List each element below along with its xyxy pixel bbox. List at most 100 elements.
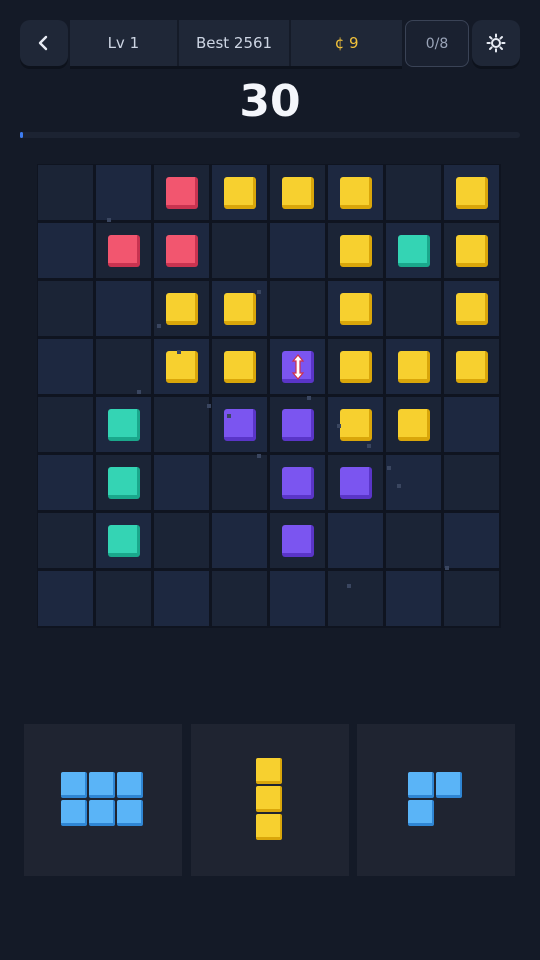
block-purple <box>282 409 314 441</box>
block-teal <box>108 467 140 499</box>
block-yellow <box>398 351 430 383</box>
progress-fill <box>20 132 23 138</box>
piece-block-blue <box>408 800 434 826</box>
board-cell[interactable] <box>211 222 268 279</box>
chevron-left-icon <box>38 35 48 51</box>
piece-block-blue <box>408 772 434 798</box>
block-yellow <box>282 177 314 209</box>
board-cell[interactable] <box>37 338 94 395</box>
board-cell[interactable] <box>269 570 326 627</box>
gear-icon <box>486 33 506 53</box>
settings-button[interactable] <box>472 20 520 66</box>
block-yellow <box>340 235 372 267</box>
block-yellow <box>340 293 372 325</box>
block-yellow <box>456 351 488 383</box>
board-cell[interactable] <box>211 512 268 569</box>
best-score-label: Best 2561 <box>179 20 292 66</box>
current-score: 30 <box>239 76 301 127</box>
block-yellow <box>456 235 488 267</box>
block-red <box>166 177 198 209</box>
dust-particle <box>387 466 391 470</box>
board-cell[interactable] <box>95 570 152 627</box>
board-cell[interactable] <box>269 222 326 279</box>
piece-block-yellow <box>256 786 282 812</box>
tray-slot-3[interactable] <box>357 724 515 876</box>
dust-particle <box>177 350 181 354</box>
board-cell[interactable] <box>37 280 94 337</box>
block-teal <box>108 409 140 441</box>
back-button[interactable] <box>20 20 68 66</box>
block-yellow <box>166 293 198 325</box>
block-yellow <box>166 351 198 383</box>
piece-block-blue <box>89 800 115 826</box>
block-yellow <box>456 293 488 325</box>
piece-block-blue <box>61 772 87 798</box>
dust-particle <box>137 390 141 394</box>
board-cell[interactable] <box>385 280 442 337</box>
board-cell[interactable] <box>211 454 268 511</box>
resize-vertical-cursor-icon <box>291 354 305 380</box>
block-purple <box>282 525 314 557</box>
board-cell[interactable] <box>95 280 152 337</box>
block-purple <box>282 467 314 499</box>
board-cell[interactable] <box>37 512 94 569</box>
board-cell[interactable] <box>37 454 94 511</box>
board-cell[interactable] <box>443 396 500 453</box>
piece-block-yellow <box>256 814 282 840</box>
board-cell[interactable] <box>385 512 442 569</box>
goal-counter[interactable]: 0/8 <box>405 20 469 67</box>
board-cell[interactable] <box>327 570 384 627</box>
tray-slot-1[interactable] <box>24 724 182 876</box>
block-yellow <box>340 177 372 209</box>
dust-particle <box>257 454 261 458</box>
tray-piece-yellow-vertical-3[interactable] <box>256 758 284 842</box>
dust-particle <box>445 566 449 570</box>
dust-particle <box>257 290 261 294</box>
board-cell[interactable] <box>385 570 442 627</box>
piece-block-yellow <box>256 758 282 784</box>
progress-bar <box>20 132 520 138</box>
block-red <box>166 235 198 267</box>
game-board[interactable] <box>37 164 501 628</box>
tray-piece-blue-l-corner[interactable] <box>408 772 464 828</box>
block-yellow <box>340 409 372 441</box>
board-cell[interactable] <box>153 396 210 453</box>
board-cell[interactable] <box>37 222 94 279</box>
board-cell[interactable] <box>37 396 94 453</box>
board-cell[interactable] <box>385 164 442 221</box>
dust-particle <box>307 396 311 400</box>
piece-block-blue <box>89 772 115 798</box>
tray-piece-blue-2x3[interactable] <box>61 772 145 828</box>
board-cell[interactable] <box>153 512 210 569</box>
block-yellow <box>224 177 256 209</box>
board-cell[interactable] <box>385 454 442 511</box>
board-cell[interactable] <box>95 164 152 221</box>
piece-block-blue <box>117 800 143 826</box>
top-bar: Lv 1 Best 2561 ¢ 9 0/8 <box>20 20 520 68</box>
board-cell[interactable] <box>153 570 210 627</box>
block-yellow <box>398 409 430 441</box>
tray-slot-2[interactable] <box>191 724 349 876</box>
board-cell[interactable] <box>327 512 384 569</box>
board-cell[interactable] <box>269 280 326 337</box>
piece-block-blue <box>61 800 87 826</box>
board-cell[interactable] <box>443 570 500 627</box>
board-cell[interactable] <box>153 454 210 511</box>
board-cell[interactable] <box>37 570 94 627</box>
board-cell[interactable] <box>95 338 152 395</box>
board-cell[interactable] <box>443 454 500 511</box>
dust-particle <box>397 484 401 488</box>
block-teal <box>108 525 140 557</box>
piece-block-blue <box>436 772 462 798</box>
level-label: Lv 1 <box>70 20 179 66</box>
block-yellow <box>224 293 256 325</box>
dust-particle <box>367 444 371 448</box>
piece-block-blue <box>117 772 143 798</box>
board-cell[interactable] <box>443 512 500 569</box>
dust-particle <box>347 584 351 588</box>
block-yellow <box>224 351 256 383</box>
block-teal <box>398 235 430 267</box>
board-cell[interactable] <box>211 570 268 627</box>
board-cell[interactable] <box>37 164 94 221</box>
coin-count: ¢ 9 <box>334 34 359 52</box>
